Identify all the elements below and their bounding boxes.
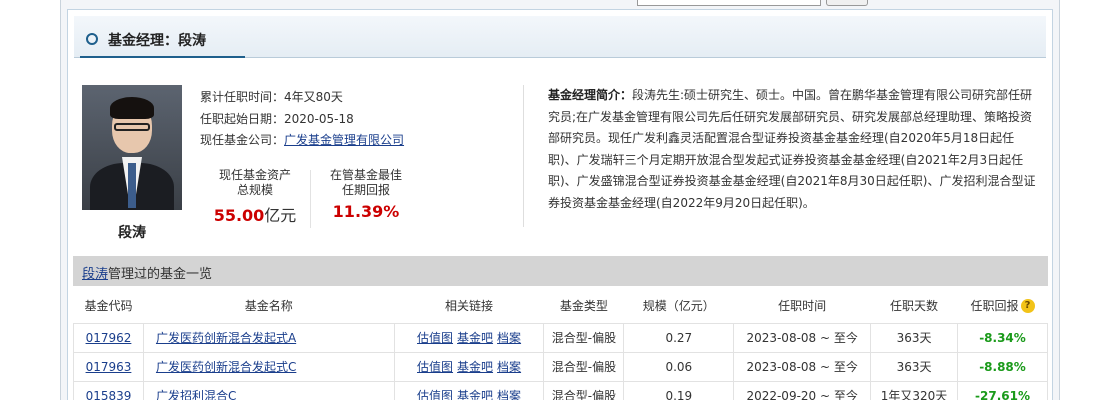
fund-type: 混合型-偏股 [543,351,625,382]
valuation-chart-link[interactable]: 估值图 [417,389,453,400]
tenure-days: 1年又320天 [870,380,958,400]
fund-table: 基金代码 基金名称 相关链接 基金类型 规模（亿元） 任职时间 任职天数 任职回… [73,288,1048,400]
total-assets-stat: 现任基金资产 总规模 55.00亿元 [213,168,297,225]
tenure-value: 4年又80天 [284,90,343,104]
fund-list-header: 段涛管理过的基金一览 [73,256,1048,286]
bio-label: 基金经理简介： [548,88,633,102]
top-search-input[interactable] [637,0,821,6]
fund-code-link[interactable]: 015839 [86,389,132,400]
stat-divider [310,170,311,228]
fund-name-link[interactable]: 广发招利混合C [156,389,236,400]
fund-code-link[interactable]: 017962 [86,331,132,345]
section-title: 基金经理：段涛 [108,33,206,49]
top-search-button[interactable] [826,0,868,6]
company-info: 现任基金公司：广发基金管理有限公司 [200,133,405,147]
header-accent-line [80,56,245,58]
col-header-size[interactable]: 规模（亿元） [624,288,734,323]
panel-header: 基金经理：段涛 [74,16,1046,58]
fund-name-link[interactable]: 广发医药创新混合发起式A [156,331,296,345]
bio-text: 段涛先生:硕士研究生、硕士。中国。曾在鹏华基金管理有限公司研究部任研究员;在广发… [548,88,1036,210]
fund-code-link[interactable]: 017963 [86,360,132,374]
col-header-code[interactable]: 基金代码 [74,288,144,323]
col-header-days[interactable]: 任职天数 [871,288,958,323]
fund-type: 混合型-偏股 [543,322,625,353]
start-date-info: 任职起始日期：2020-05-18 [200,112,354,126]
fund-profile-link[interactable]: 档案 [497,331,521,345]
fund-type: 混合型-偏股 [543,380,625,400]
fund-forum-link[interactable]: 基金吧 [457,360,493,374]
question-icon[interactable]: ? [1020,299,1035,314]
col-header-period[interactable]: 任职时间 [734,288,871,323]
manager-name-link[interactable]: 段涛 [82,267,108,282]
valuation-chart-link[interactable]: 估值图 [417,331,453,345]
best-return-stat: 在管基金最佳 任期回报 11.39% [320,168,412,221]
fund-size: 0.19 [623,380,735,400]
tenure-return: -8.34% [957,322,1048,353]
start-date-value: 2020-05-18 [284,112,354,126]
table-row: 015839 广发招利混合C 估值图 基金吧 档案 混合型-偏股 0.19 2022… [73,380,1048,400]
circle-icon [86,33,98,45]
tenure-period: 2022-09-20 ~ 至今 [733,380,872,400]
fund-size: 0.06 [623,351,735,382]
fund-forum-link[interactable]: 基金吧 [457,331,493,345]
tenure-return: -27.61% [957,380,1048,400]
tenure-period: 2023-08-08 ~ 至今 [733,351,872,382]
total-assets-value: 55.00 [213,206,265,225]
table-header-row: 基金代码 基金名称 相关链接 基金类型 规模（亿元） 任职时间 任职天数 任职回… [74,288,1048,323]
col-header-name[interactable]: 基金名称 [143,288,394,323]
fund-profile-link[interactable]: 档案 [497,360,521,374]
company-link[interactable]: 广发基金管理有限公司 [284,133,404,147]
col-header-type[interactable]: 基金类型 [544,288,624,323]
tenure-days: 363天 [870,351,958,382]
col-header-return[interactable]: 任职回报? [958,288,1048,323]
valuation-chart-link[interactable]: 估值图 [417,360,453,374]
manager-bio: 基金经理简介：段涛先生:硕士研究生、硕士。中国。曾在鹏华基金管理有限公司研究部任… [548,85,1038,215]
best-return-value: 11.39% [332,202,400,221]
table-row: 017963 广发医药创新混合发起式C 估值图 基金吧 档案 混合型-偏股 0.06… [73,351,1048,382]
info-divider [523,85,524,227]
fund-name-link[interactable]: 广发医药创新混合发起式C [156,360,296,374]
col-header-links: 相关链接 [445,298,494,313]
manager-name: 段涛 [118,225,146,241]
table-row: 017962 广发医药创新混合发起式A 估值图 基金吧 档案 混合型-偏股 0.27… [73,322,1048,353]
tenure-period: 2023-08-08 ~ 至今 [733,322,872,353]
fund-forum-link[interactable]: 基金吧 [457,389,493,400]
fund-profile-link[interactable]: 档案 [497,389,521,400]
manager-photo [82,85,182,210]
tenure-return: -8.88% [957,351,1048,382]
tenure-info: 累计任职时间：4年又80天 [200,90,343,104]
fund-size: 0.27 [623,322,735,353]
tenure-days: 363天 [870,322,958,353]
